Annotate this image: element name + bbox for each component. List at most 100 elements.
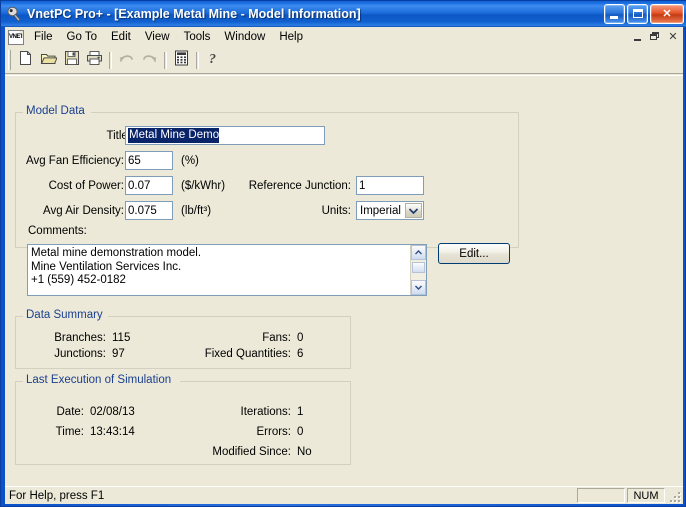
open-button[interactable] xyxy=(37,49,60,71)
title-input[interactable]: Metal Mine Demo xyxy=(125,126,325,145)
resize-grip-icon[interactable] xyxy=(667,489,681,503)
window-frame: VnetPC Pro+ - [Example Metal Mine - Mode… xyxy=(0,0,686,507)
time-value: 13:43:14 xyxy=(90,426,135,438)
save-disk-icon xyxy=(64,50,80,71)
branches-label: Branches: xyxy=(54,332,106,344)
toolbar-grip[interactable] xyxy=(8,50,11,70)
title-label: Title: xyxy=(106,130,132,142)
scroll-down-icon[interactable] xyxy=(411,280,426,295)
data-summary-legend: Data Summary xyxy=(23,309,106,321)
status-message: For Help, press F1 xyxy=(9,489,105,502)
save-button[interactable] xyxy=(60,49,83,71)
cost-of-power-value: 0.07 xyxy=(128,179,151,192)
units-value: Imperial xyxy=(360,204,401,217)
toolbar-separator-3 xyxy=(196,51,199,69)
menu-item-view[interactable]: View xyxy=(138,29,177,46)
branches-value: 115 xyxy=(112,332,131,344)
undo-icon xyxy=(118,50,135,71)
chevron-down-icon[interactable] xyxy=(405,203,422,218)
mdi-minimize-button[interactable] xyxy=(631,29,647,44)
title-bar: VnetPC Pro+ - [Example Metal Mine - Mode… xyxy=(1,1,686,27)
comments-textarea[interactable]: Metal mine demonstration model. Mine Ven… xyxy=(27,244,427,296)
calculator-icon xyxy=(174,50,189,71)
toolbar-separator-2 xyxy=(164,51,167,69)
maximize-icon xyxy=(633,9,643,18)
minimize-button[interactable] xyxy=(604,4,625,24)
comments-label: Comments: xyxy=(28,225,87,237)
reference-junction-input[interactable]: 1 xyxy=(356,176,424,195)
redo-button[interactable] xyxy=(138,49,161,71)
iterations-label: Iterations: xyxy=(240,406,292,418)
menu-bar: VNET File Go To Edit View Tools Window H… xyxy=(5,27,683,47)
fan-efficiency-value: 65 xyxy=(128,154,141,167)
menu-item-edit[interactable]: Edit xyxy=(104,29,138,46)
status-bar: For Help, press F1 NUM xyxy=(5,486,683,504)
maximize-button[interactable] xyxy=(627,4,648,24)
fans-label: Fans: xyxy=(262,332,291,344)
model-data-group: Model Data Title: Metal Mine Demo Avg Fa… xyxy=(15,105,519,248)
reference-junction-label: Reference Junction: xyxy=(248,180,351,192)
status-pane-num: NUM xyxy=(627,488,665,503)
last-execution-legend: Last Execution of Simulation xyxy=(23,374,175,386)
mdi-document-icon[interactable]: VNET xyxy=(8,29,24,45)
menu-item-window[interactable]: Window xyxy=(217,29,272,46)
model-data-legend: Model Data xyxy=(23,105,88,117)
new-button[interactable] xyxy=(14,49,37,71)
print-button[interactable] xyxy=(83,49,106,71)
scroll-up-icon[interactable] xyxy=(411,245,426,260)
menu-item-tools[interactable]: Tools xyxy=(177,29,218,46)
last-execution-group: Last Execution of Simulation Date: 02/08… xyxy=(15,374,351,465)
edit-comments-button[interactable]: Edit... xyxy=(438,243,510,264)
menu-item-go-to[interactable]: Go To xyxy=(60,29,104,46)
fixed-quantities-label: Fixed Quantities: xyxy=(204,348,291,360)
mdi-restore-button[interactable] xyxy=(648,29,664,44)
scroll-thumb[interactable] xyxy=(412,262,425,273)
calculate-button[interactable] xyxy=(170,49,193,71)
toolbar: ? xyxy=(5,47,683,74)
model-information-form: Model Data Title: Metal Mine Demo Avg Fa… xyxy=(5,75,683,486)
units-label: Units: xyxy=(321,205,351,217)
date-label: Date: xyxy=(56,406,85,418)
vnet-app-icon xyxy=(6,6,22,22)
cost-of-power-units: ($/kWhr) xyxy=(181,180,226,192)
modified-since-label: Modified Since: xyxy=(212,446,291,458)
print-icon xyxy=(86,50,103,71)
data-summary-group: Data Summary Branches: 115 Junctions: 97… xyxy=(15,309,351,369)
minimize-icon xyxy=(610,16,618,19)
air-density-units: (lb/ft³) xyxy=(181,205,212,217)
menu-item-help[interactable]: Help xyxy=(272,29,310,46)
fans-value: 0 xyxy=(297,332,304,344)
close-button[interactable]: ✕ xyxy=(650,4,684,24)
units-select[interactable]: Imperial xyxy=(356,201,424,220)
application-window: VnetPC Pro+ - [Example Metal Mine - Mode… xyxy=(0,0,686,507)
junctions-value: 97 xyxy=(112,348,125,360)
errors-label: Errors: xyxy=(256,426,292,438)
fan-efficiency-input[interactable]: 65 xyxy=(125,151,173,170)
time-label: Time: xyxy=(55,426,84,438)
mdi-close-button[interactable]: ✕ xyxy=(665,29,681,44)
date-value: 02/08/13 xyxy=(90,406,135,418)
undo-button[interactable] xyxy=(115,49,138,71)
cost-of-power-input[interactable]: 0.07 xyxy=(125,176,173,195)
air-density-input[interactable]: 0.075 xyxy=(125,201,173,220)
mdi-window-controls: ✕ xyxy=(631,29,681,44)
menu-item-file[interactable]: File xyxy=(27,29,60,46)
title-input-value: Metal Mine Demo xyxy=(128,128,220,143)
status-pane-blank xyxy=(577,488,625,503)
comments-scrollbar[interactable] xyxy=(410,245,426,295)
client-area: VNET File Go To Edit View Tools Window H… xyxy=(5,27,683,504)
fixed-quantities-value: 6 xyxy=(297,348,304,360)
air-density-value: 0.075 xyxy=(128,204,157,217)
fan-efficiency-label: Avg Fan Efficiency: xyxy=(25,155,124,167)
comments-value: Metal mine demonstration model. Mine Ven… xyxy=(31,247,202,286)
caption-buttons: ✕ xyxy=(604,4,684,24)
svg-text:?: ? xyxy=(209,52,216,66)
open-folder-icon xyxy=(40,50,58,71)
iterations-value: 1 xyxy=(297,406,304,418)
reference-junction-value: 1 xyxy=(359,179,366,192)
help-button[interactable]: ? xyxy=(202,49,225,71)
mdi-close-icon: ✕ xyxy=(668,31,678,43)
errors-value: 0 xyxy=(297,426,304,438)
modified-since-value: No xyxy=(297,446,312,458)
cost-of-power-label: Cost of Power: xyxy=(48,180,124,192)
